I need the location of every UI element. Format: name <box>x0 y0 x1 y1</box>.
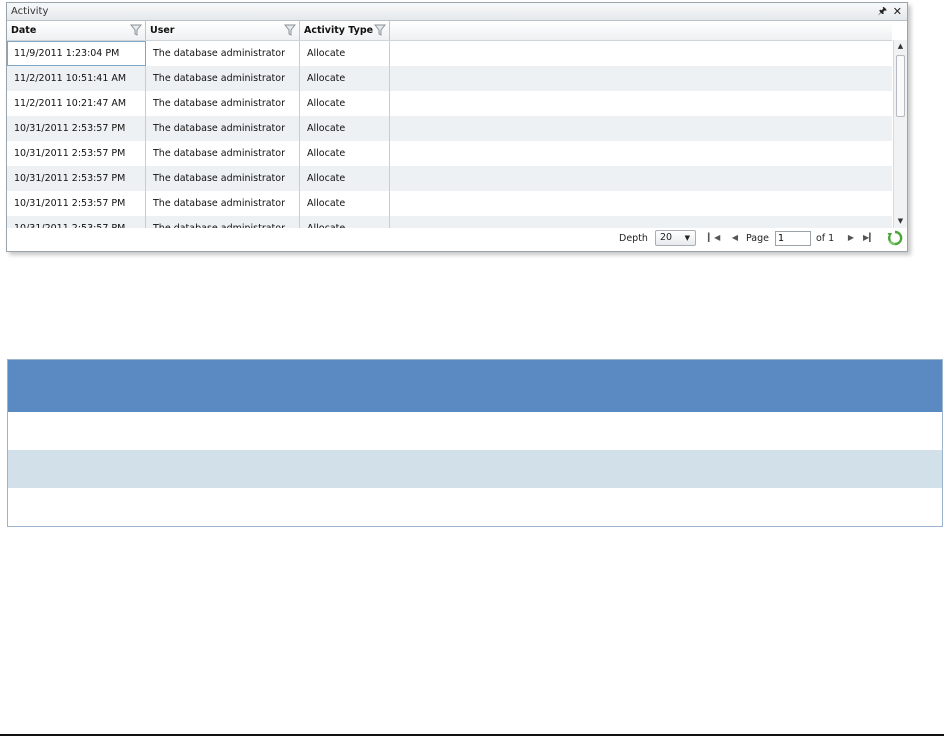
filter-icon[interactable] <box>284 24 296 36</box>
table-row <box>8 450 942 488</box>
empty-table <box>7 359 943 527</box>
last-page-icon[interactable]: ▶▎ <box>863 231 875 245</box>
table-row[interactable]: 11/2/2011 10:21:47 AM The database admin… <box>7 91 892 116</box>
close-icon[interactable]: ✕ <box>893 3 902 20</box>
filter-icon[interactable] <box>374 24 386 36</box>
page-label: Page <box>746 233 769 244</box>
column-header-date[interactable]: Date <box>7 21 146 40</box>
panel-title: Activity <box>11 6 49 17</box>
cell-date: 10/31/2011 2:53:57 PM <box>7 216 146 228</box>
cell-user: The database administrator <box>146 41 300 66</box>
cell-activity-type: Allocate <box>300 41 390 66</box>
page-count-label: of 1 <box>816 233 835 244</box>
table-row <box>8 412 942 450</box>
table-row[interactable]: 11/2/2011 10:51:41 AM The database admin… <box>7 66 892 91</box>
table-row[interactable]: 10/31/2011 2:53:57 PM The database admin… <box>7 116 892 141</box>
cell-date: 10/31/2011 2:53:57 PM <box>7 166 146 191</box>
column-header-activity-type[interactable]: Activity Type <box>300 21 390 40</box>
cell-date: 10/31/2011 2:53:57 PM <box>7 116 146 141</box>
column-header-label: Date <box>11 25 37 36</box>
chevron-down-icon: ▼ <box>684 234 690 242</box>
table-row[interactable]: 10/31/2011 2:53:57 PM The database admin… <box>7 141 892 166</box>
scroll-down-icon[interactable]: ▼ <box>894 215 907 228</box>
page-number-input[interactable] <box>775 231 811 246</box>
cell-date: 10/31/2011 2:53:57 PM <box>7 141 146 166</box>
grid-header: Date User Activity Type <box>7 21 892 41</box>
cell-activity-type: Allocate <box>300 141 390 166</box>
cell-activity-type: Allocate <box>300 91 390 116</box>
scroll-up-icon[interactable]: ▲ <box>894 40 907 53</box>
cell-date: 11/2/2011 10:21:47 AM <box>7 91 146 116</box>
pager-bar: Depth 20 ▼ ▎◀ ◀ Page of 1 ▶ ▶▎ <box>7 228 907 250</box>
cell-activity-type: Allocate <box>300 116 390 141</box>
cell-activity-type: Allocate <box>300 66 390 91</box>
cell-user: The database administrator <box>146 91 300 116</box>
table-row[interactable]: 10/31/2011 2:53:57 PM The database admin… <box>7 191 892 216</box>
table-row[interactable]: 10/31/2011 2:53:57 PM The database admin… <box>7 216 892 228</box>
table-row <box>8 488 942 526</box>
activity-grid: Date User Activity Type 11/9/2011 1:23:0… <box>7 21 892 228</box>
table-row[interactable]: 11/9/2011 1:23:04 PM The database admini… <box>7 41 892 66</box>
cell-date: 10/31/2011 2:53:57 PM <box>7 191 146 216</box>
cell-user: The database administrator <box>146 191 300 216</box>
cell-date: 11/9/2011 1:23:04 PM <box>7 41 146 66</box>
column-header-label: User <box>150 25 175 36</box>
column-header-label: Activity Type <box>304 25 374 36</box>
filter-icon[interactable] <box>130 24 142 36</box>
scroll-thumb[interactable] <box>896 55 905 117</box>
vertical-scrollbar[interactable]: ▲ ▼ <box>893 40 907 228</box>
cell-user: The database administrator <box>146 116 300 141</box>
previous-page-icon[interactable]: ◀ <box>729 231 741 245</box>
depth-select[interactable]: 20 ▼ <box>655 230 696 246</box>
pin-icon[interactable]: 🖈 <box>878 3 887 20</box>
cell-activity-type: Allocate <box>300 216 390 228</box>
cell-date: 11/2/2011 10:51:41 AM <box>7 66 146 91</box>
next-page-icon[interactable]: ▶ <box>845 231 857 245</box>
cell-user: The database administrator <box>146 216 300 228</box>
table-header <box>8 360 942 412</box>
activity-panel: Activity 🖈 ✕ Date User Activity Type 11/… <box>6 2 908 252</box>
cell-activity-type: Allocate <box>300 166 390 191</box>
cell-user: The database administrator <box>146 141 300 166</box>
panel-titlebar: Activity 🖈 ✕ <box>7 3 907 21</box>
column-header-user[interactable]: User <box>146 21 300 40</box>
cell-user: The database administrator <box>146 166 300 191</box>
cell-user: The database administrator <box>146 66 300 91</box>
depth-label: Depth <box>619 233 648 244</box>
first-page-icon[interactable]: ▎◀ <box>708 231 720 245</box>
table-row[interactable]: 10/31/2011 2:53:57 PM The database admin… <box>7 166 892 191</box>
cell-activity-type: Allocate <box>300 191 390 216</box>
divider <box>0 734 944 736</box>
refresh-icon[interactable] <box>887 230 903 246</box>
depth-value: 20 <box>660 232 673 243</box>
